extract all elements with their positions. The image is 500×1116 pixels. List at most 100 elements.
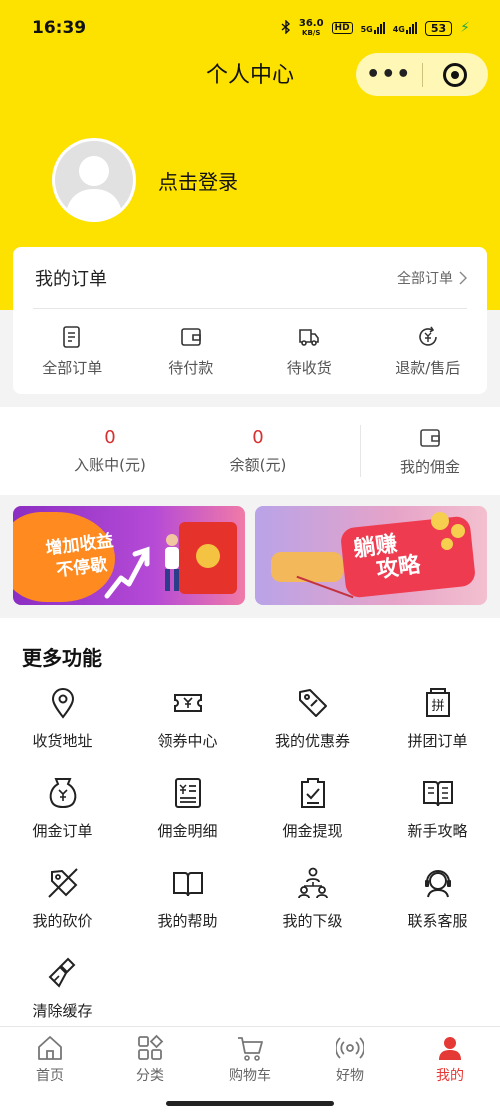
person-illustration	[165, 534, 179, 591]
tab-cart[interactable]: 购物车	[200, 1027, 300, 1092]
commission-label: 我的佣金	[399, 457, 460, 476]
promo-banner-strategy[interactable]: 躺赚 攻略	[255, 506, 487, 605]
feature-my-help[interactable]: 我的帮助	[125, 862, 250, 952]
order-item-label: 退款/售后	[395, 358, 461, 377]
feature-label: 收货地址	[32, 732, 93, 750]
order-card-title: 我的订单	[35, 268, 107, 290]
battery-icon: 53	[424, 20, 453, 36]
tab-goods[interactable]: 好物	[300, 1027, 400, 1092]
ledger-icon	[174, 778, 201, 808]
feature-my-coupons[interactable]: 我的优惠券	[250, 682, 375, 772]
help-book-icon	[172, 872, 203, 897]
charging-icon: ⚡	[460, 20, 470, 36]
feature-coupon-center[interactable]: 领券中心	[125, 682, 250, 772]
coin-icon	[451, 524, 465, 538]
tab-home[interactable]: 首页	[0, 1027, 100, 1092]
feature-my-subordinates[interactable]: 我的下级	[250, 862, 375, 952]
feature-beginner-guide[interactable]: 新手攻略	[375, 772, 500, 862]
feature-label: 佣金订单	[32, 822, 93, 840]
balance-amount[interactable]: 0 余额(元)	[208, 427, 308, 475]
login-link[interactable]: 点击登录	[158, 166, 238, 195]
my-commission-button[interactable]: 我的佣金	[380, 426, 480, 477]
feature-label: 佣金提现	[282, 822, 343, 840]
feature-group-orders[interactable]: 拼 拼团订单	[375, 682, 500, 772]
status-indicators: 36.0 KB/S HD 5G 4G 53 ⚡	[281, 18, 470, 38]
feature-my-bargain[interactable]: 我的砍价	[0, 862, 125, 952]
team-icon	[297, 867, 328, 899]
more-menu-button[interactable]: •••	[356, 53, 422, 96]
promo-banner-income[interactable]: 增加收益 不停歇	[13, 506, 245, 605]
order-item-label: 全部订单	[42, 358, 103, 377]
order-pending-receipt-button[interactable]: 待收货	[250, 309, 369, 393]
order-all-button[interactable]: 全部订单	[13, 309, 132, 393]
order-card-header: 我的订单 全部订单	[33, 247, 467, 309]
wallet-summary: 0 入账中(元) 0 余额(元) 我的佣金	[0, 407, 500, 495]
feature-label: 联系客服	[407, 912, 468, 930]
feature-address[interactable]: 收货地址	[0, 682, 125, 772]
signal-5g-label: 5G	[360, 25, 373, 34]
feature-label: 新手攻略	[407, 822, 468, 840]
location-pin-icon	[51, 688, 74, 719]
signal-bars-icon	[405, 22, 417, 34]
feature-label: 我的优惠券	[274, 732, 350, 750]
refund-icon	[418, 326, 437, 346]
bottom-tab-bar: 首页 分类 购物车 好物 我的	[0, 1026, 500, 1092]
balance-label: 余额(元)	[229, 456, 287, 474]
user-icon	[439, 1037, 461, 1060]
close-mini-program-button[interactable]	[423, 62, 489, 87]
feature-customer-service[interactable]: 联系客服	[375, 862, 500, 952]
home-indicator[interactable]	[166, 1101, 334, 1106]
category-icon	[138, 1034, 164, 1060]
signal-bars-icon	[373, 22, 385, 34]
incoming-amount[interactable]: 0 入账中(元)	[60, 427, 160, 475]
tab-label: 首页	[36, 1068, 64, 1084]
feature-commission-orders[interactable]: 佣金订单	[0, 772, 125, 862]
feature-label: 清除缓存	[32, 1002, 93, 1020]
tab-label: 购物车	[229, 1068, 271, 1084]
wallet-divider	[360, 425, 361, 477]
feature-label: 我的帮助	[157, 912, 218, 930]
tab-label: 好物	[336, 1068, 364, 1084]
feature-label: 我的下级	[282, 912, 343, 930]
feature-commission-details[interactable]: 佣金明细	[125, 772, 250, 862]
mini-program-capsule[interactable]: •••	[356, 53, 488, 96]
order-pending-payment-button[interactable]: 待付款	[132, 309, 251, 393]
broadcast-icon	[336, 1037, 364, 1059]
bluetooth-icon	[281, 18, 291, 37]
status-time: 16:39	[32, 18, 87, 38]
broom-icon	[48, 957, 75, 988]
rising-arrow-icon	[104, 546, 150, 599]
feature-label: 佣金明细	[157, 822, 218, 840]
avatar[interactable]	[52, 138, 136, 222]
group-buy-icon: 拼	[425, 688, 450, 717]
more-features-title: 更多功能	[22, 646, 102, 670]
order-refund-button[interactable]: 退款/售后	[369, 309, 488, 393]
tab-label: 分类	[136, 1068, 164, 1084]
sofa-illustration	[271, 552, 343, 582]
book-open-icon	[422, 781, 453, 807]
home-icon	[38, 1036, 62, 1060]
features-grid: 收货地址 领券中心 我的优惠券 拼 拼团订单 佣金订单 佣金明细 佣金提现 新手…	[0, 682, 500, 1042]
coin-icon	[441, 538, 453, 550]
coupon-icon	[173, 694, 202, 712]
tab-mine[interactable]: 我的	[400, 1027, 500, 1092]
order-card: 我的订单 全部订单 全部订单 待付款 待收货 退款/售后	[13, 247, 487, 394]
incoming-label: 入账中(元)	[74, 456, 146, 474]
view-all-orders-link[interactable]: 全部订单	[397, 268, 467, 288]
signal-5g: 5G	[361, 22, 385, 34]
customer-service-icon	[424, 870, 451, 898]
tab-category[interactable]: 分类	[100, 1027, 200, 1092]
view-all-orders-label: 全部订单	[397, 270, 453, 287]
feature-commission-withdraw[interactable]: 佣金提现	[250, 772, 375, 862]
order-status-row: 全部订单 待付款 待收货 退款/售后	[13, 309, 487, 393]
feature-label: 拼团订单	[407, 732, 468, 750]
order-list-icon	[63, 325, 81, 348]
target-icon	[443, 62, 468, 87]
coin-icon	[431, 512, 449, 530]
signal-4g: 4G	[393, 22, 417, 34]
wallet-icon	[420, 428, 440, 447]
truck-icon	[299, 328, 320, 346]
status-bar: 16:39 36.0 KB/S HD 5G 4G 53 ⚡	[0, 0, 500, 56]
net-speed-unit: KB/S	[302, 28, 321, 37]
hd-badge: HD	[331, 22, 353, 34]
